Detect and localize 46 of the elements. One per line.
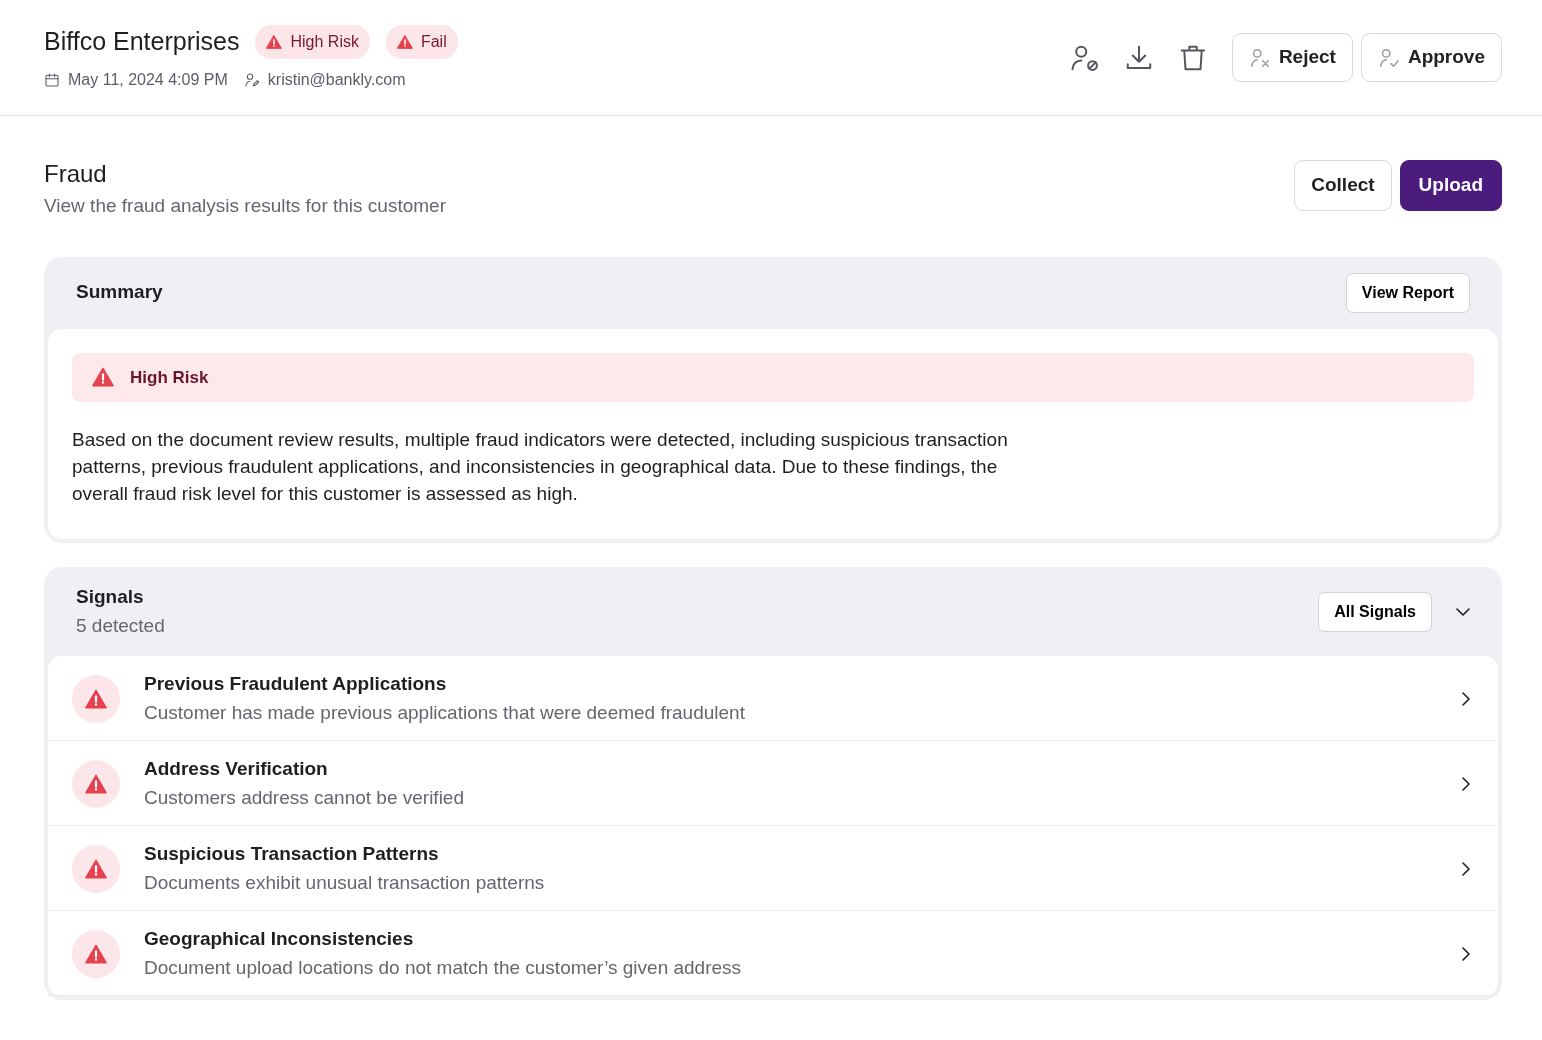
filter-dropdown[interactable]: All Signals [1318, 591, 1432, 632]
warning-icon [85, 687, 107, 710]
warning-icon [85, 772, 107, 795]
warning-icon [396, 33, 413, 50]
chevron-down-icon [1456, 607, 1470, 616]
calendar-icon [44, 72, 60, 89]
signal-row[interactable]: Previous Fraudulent Applications Customer has made previous applications that were deemed fraudulent [48, 656, 1498, 741]
chevron-right-icon [1462, 776, 1470, 791]
section-button[interactable]: Upload [1399, 160, 1502, 211]
risk-badge: Fail [385, 24, 458, 59]
signal-description: Customer has made previous applications that were deemed fraudulent [144, 700, 746, 725]
signal-title: Geographical Inconsistencies [144, 927, 415, 951]
signal-description: Documents exhibit unusual transaction patterns [144, 870, 546, 895]
signal-title: Suspicious Transaction Patterns [144, 842, 440, 866]
company-name: Biffco Enterprises [44, 25, 240, 57]
signal-description: Document upload locations do not match the customer’s given address [144, 955, 743, 980]
approve-user-icon [1377, 46, 1400, 69]
chevron-right-icon [1462, 691, 1470, 706]
warning-icon [85, 857, 107, 880]
signal-row[interactable]: Suspicious Transaction Patterns Documents exhibit unusual transaction patterns [48, 826, 1498, 911]
email-text: kristin@bankly.com [267, 70, 406, 91]
signal-title: Previous Fraudulent Applications [144, 672, 448, 696]
signal-row[interactable]: Address Verification Customers address cannot be verified [48, 741, 1498, 826]
summary-title: Summary [76, 280, 163, 305]
section-subtitle: View the fraud analysis results for this customer [44, 194, 446, 218]
signal-description: Customers address cannot be verified [144, 785, 465, 810]
risk-badge: High Risk [255, 24, 370, 59]
section-button[interactable]: Collect [1294, 160, 1392, 211]
alert-text: High Risk [130, 366, 209, 389]
summary-text: Based on the document review results, multiple fraud indicators were detected, including suspicious transaction patterns, previous fraudulent applications, and inconsistencies in geographical data. Due to these findings, the overall fraud risk level for this customer is assessed as high. [72, 428, 1009, 506]
signal-row[interactable]: Geographical Inconsistencies Document upload locations do not match the customer’s given address [48, 911, 1498, 996]
view-report-button[interactable]: View Report [1345, 272, 1470, 313]
warning-icon [92, 366, 114, 389]
chevron-right-icon [1462, 861, 1470, 876]
reject-button[interactable]: Reject [1231, 33, 1353, 82]
warning-icon [266, 33, 283, 50]
warning-icon [85, 942, 107, 965]
date-text: May 11, 2024 4:09 PM [68, 70, 228, 91]
approve-button[interactable]: Approve [1360, 33, 1502, 82]
reject-user-icon [1248, 46, 1271, 69]
section-title: Fraud [44, 159, 108, 189]
signal-title: Address Verification [144, 757, 329, 781]
signals-count: 5 detected [76, 613, 165, 638]
signals-title: Signals [76, 585, 145, 609]
chevron-right-icon [1462, 946, 1470, 961]
user-edit-icon [243, 72, 260, 89]
